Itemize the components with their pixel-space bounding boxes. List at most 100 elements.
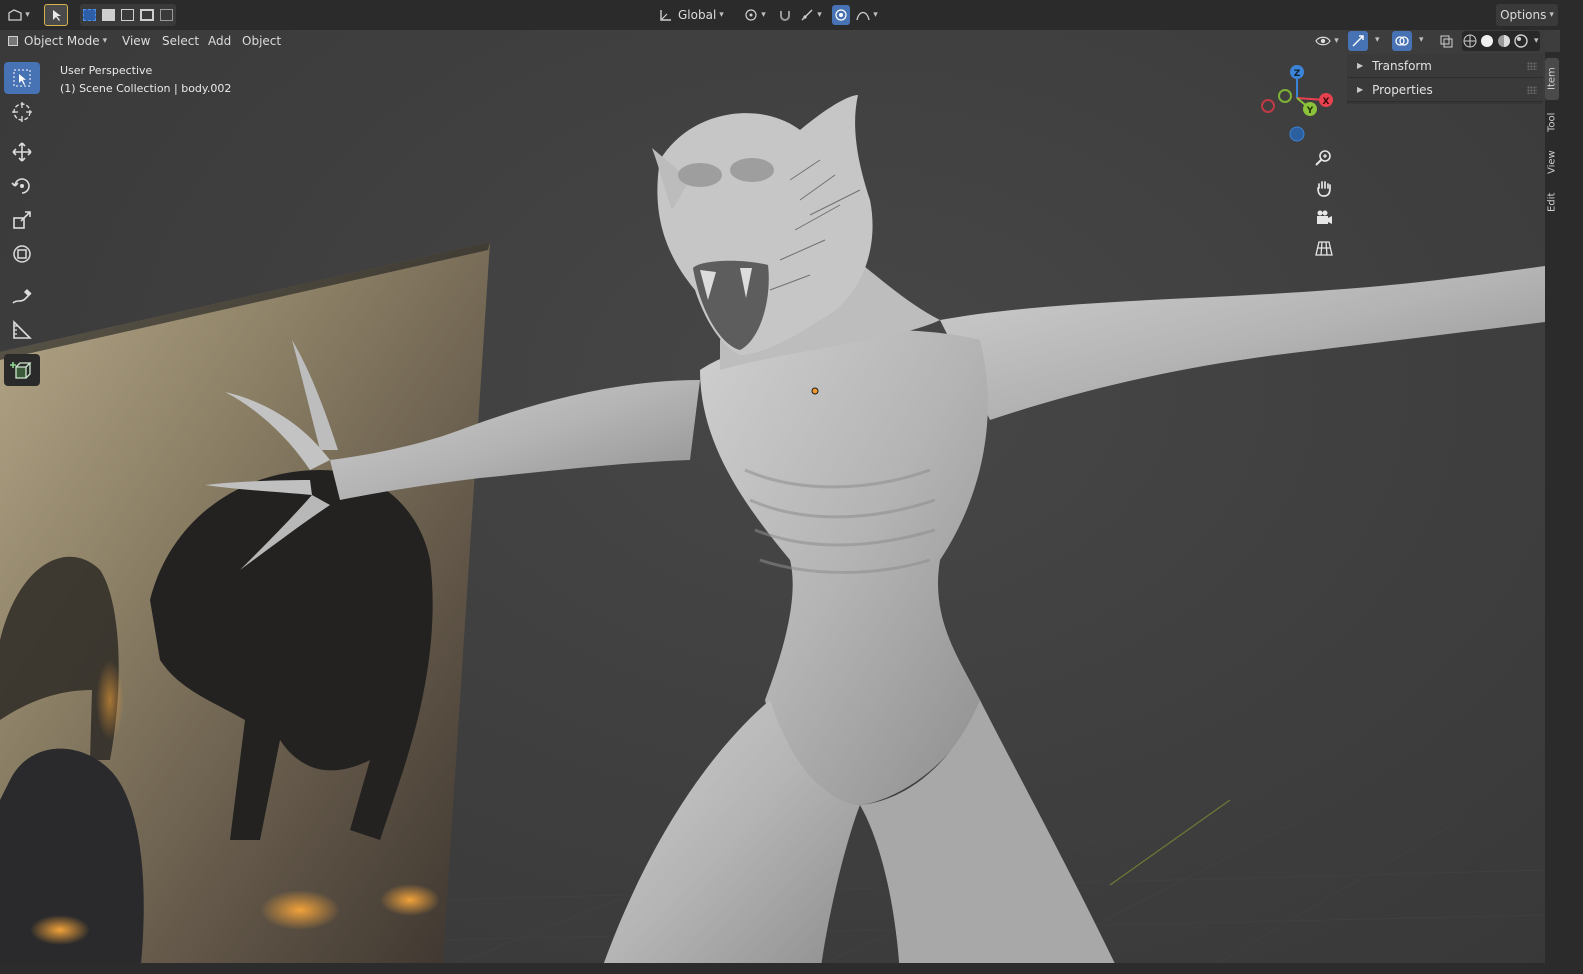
material-shading-icon[interactable] [1497,34,1511,48]
menu-view[interactable]: View [122,34,150,52]
select-intersect-icon[interactable] [159,9,173,21]
pencil-icon [12,289,32,304]
chevron-down-icon: ▾ [102,36,108,46]
transform-icon [13,245,31,263]
menu-object[interactable]: Object [242,34,281,52]
drag-grip-icon[interactable] [1527,62,1537,70]
tool-shelf [2,60,42,390]
select-extend-icon[interactable] [102,9,116,21]
gizmo-toggle[interactable] [1348,31,1368,51]
chevron-down-icon: ▾ [1334,36,1339,46]
wireframe-shading-icon[interactable] [1463,34,1477,48]
select-invert-icon[interactable] [140,9,154,21]
tab-tool[interactable]: Tool [1545,104,1559,140]
rotate-tool[interactable] [4,170,40,202]
move-tool[interactable] [4,136,40,168]
transform-orientation-dropdown[interactable]: Global ▾ [654,4,734,26]
menu-add[interactable]: Add [208,34,231,52]
chevron-down-icon: ▾ [1549,10,1554,20]
tab-view[interactable]: View [1545,144,1559,180]
zoom-button[interactable] [1310,144,1338,172]
measure-tool[interactable] [4,314,40,346]
snap-target-dropdown[interactable]: ▾ [796,4,826,26]
blender-window: ▾ Global ▾ ▾ ▾ ▾ Options ▾ Object Mode ▾… [0,0,1583,974]
visibility-dropdown[interactable]: ▾ [1312,30,1342,52]
tab-item[interactable]: Item [1545,58,1559,100]
mode-dropdown[interactable]: Object Mode ▾ [4,30,110,52]
rotate-icon [11,178,30,194]
reference-image-plane [0,242,490,974]
pivot-icon [745,9,757,21]
tab-edit[interactable]: Edit [1545,184,1559,220]
transform-tool[interactable] [4,238,40,270]
3d-view-icon [8,9,22,21]
proportional-editing-toggle[interactable] [832,5,850,25]
perspective-label: User Perspective [60,64,153,77]
chevron-down-icon[interactable]: ▾ [1534,36,1539,46]
chevron-down-icon: ▾ [719,10,724,20]
select-subtract-icon[interactable] [121,9,135,21]
gizmo-neg-y[interactable] [1278,89,1292,103]
gizmo-dropdown-icon[interactable]: ▾ [1375,35,1380,45]
chevron-down-icon: ▾ [761,10,766,20]
scale-tool[interactable] [4,204,40,236]
editor-type-dropdown[interactable]: ▾ [4,4,34,26]
move-arrows-icon [12,142,32,162]
add-cube-tool[interactable] [4,354,40,386]
collection-label: (1) Scene Collection | body.002 [60,82,232,95]
select-new-icon[interactable] [83,9,97,21]
camera-view-button[interactable] [1310,204,1338,232]
annotate-tool[interactable] [4,280,40,312]
cursor-3d-icon [12,102,32,122]
falloff-dropdown[interactable]: ▾ [852,4,882,26]
hand-icon [1317,181,1331,197]
top-header: ▾ Global ▾ ▾ ▾ ▾ Options ▾ [0,0,1583,30]
gizmo-z-label: Z [1294,69,1301,79]
solid-shading-icon[interactable] [1480,34,1494,48]
gizmo-icon [1352,35,1364,47]
panel-properties[interactable]: ▶ Properties [1347,78,1543,102]
ortho-toggle-button[interactable] [1310,234,1338,262]
rendered-shading-icon[interactable] [1514,34,1528,48]
add-cube-icon [10,362,32,379]
cursor-tool[interactable] [4,96,40,128]
snap-increment-icon [801,9,813,21]
eye-icon [1315,36,1331,46]
sidebar-panel: ▶ Transform ▶ Properties [1347,54,1543,104]
gizmo-x-label: X [1323,97,1330,107]
panel-transform[interactable]: ▶ Transform [1347,54,1543,78]
gizmo-neg-z[interactable] [1289,126,1305,142]
pivot-point-dropdown[interactable]: ▾ [740,4,770,26]
cursor-arrow-icon [53,10,61,21]
drag-grip-icon[interactable] [1527,86,1537,94]
xray-toggle[interactable] [1436,30,1456,52]
scale-icon [13,211,31,229]
gizmo-neg-x[interactable] [1261,99,1275,113]
selection-mode-group [80,4,176,26]
options-dropdown[interactable]: Options ▾ [1496,4,1558,26]
select-box-tool[interactable] [4,62,40,94]
right-border [1560,0,1583,974]
pan-button[interactable] [1310,174,1338,202]
camera-icon [1317,210,1332,224]
magnet-icon [780,11,790,21]
chevron-down-icon: ▾ [817,10,822,20]
options-label: Options [1500,8,1547,22]
select-box-icon [13,69,31,87]
gizmo-y-label: Y [1306,106,1314,116]
falloff-curve-icon [856,11,870,21]
menu-select[interactable]: Select [162,34,199,52]
shading-mode-group: ▾ [1462,31,1540,51]
navigation-gizmo[interactable]: Z X Y [1255,62,1345,147]
snap-toggle[interactable] [776,4,794,26]
overlays-dropdown-icon[interactable]: ▾ [1419,35,1424,45]
overlays-toggle[interactable] [1392,31,1412,51]
expand-triangle-icon: ▶ [1357,85,1364,94]
tweak-select-button[interactable] [44,4,68,26]
xray-icon [1440,35,1453,48]
bottom-border [0,963,1545,974]
mode-label: Object Mode [24,34,100,48]
expand-triangle-icon: ▶ [1357,61,1364,70]
chevron-down-icon: ▾ [25,10,30,20]
viewport-info-overlay: User Perspective (1) Scene Collection | … [60,62,231,98]
